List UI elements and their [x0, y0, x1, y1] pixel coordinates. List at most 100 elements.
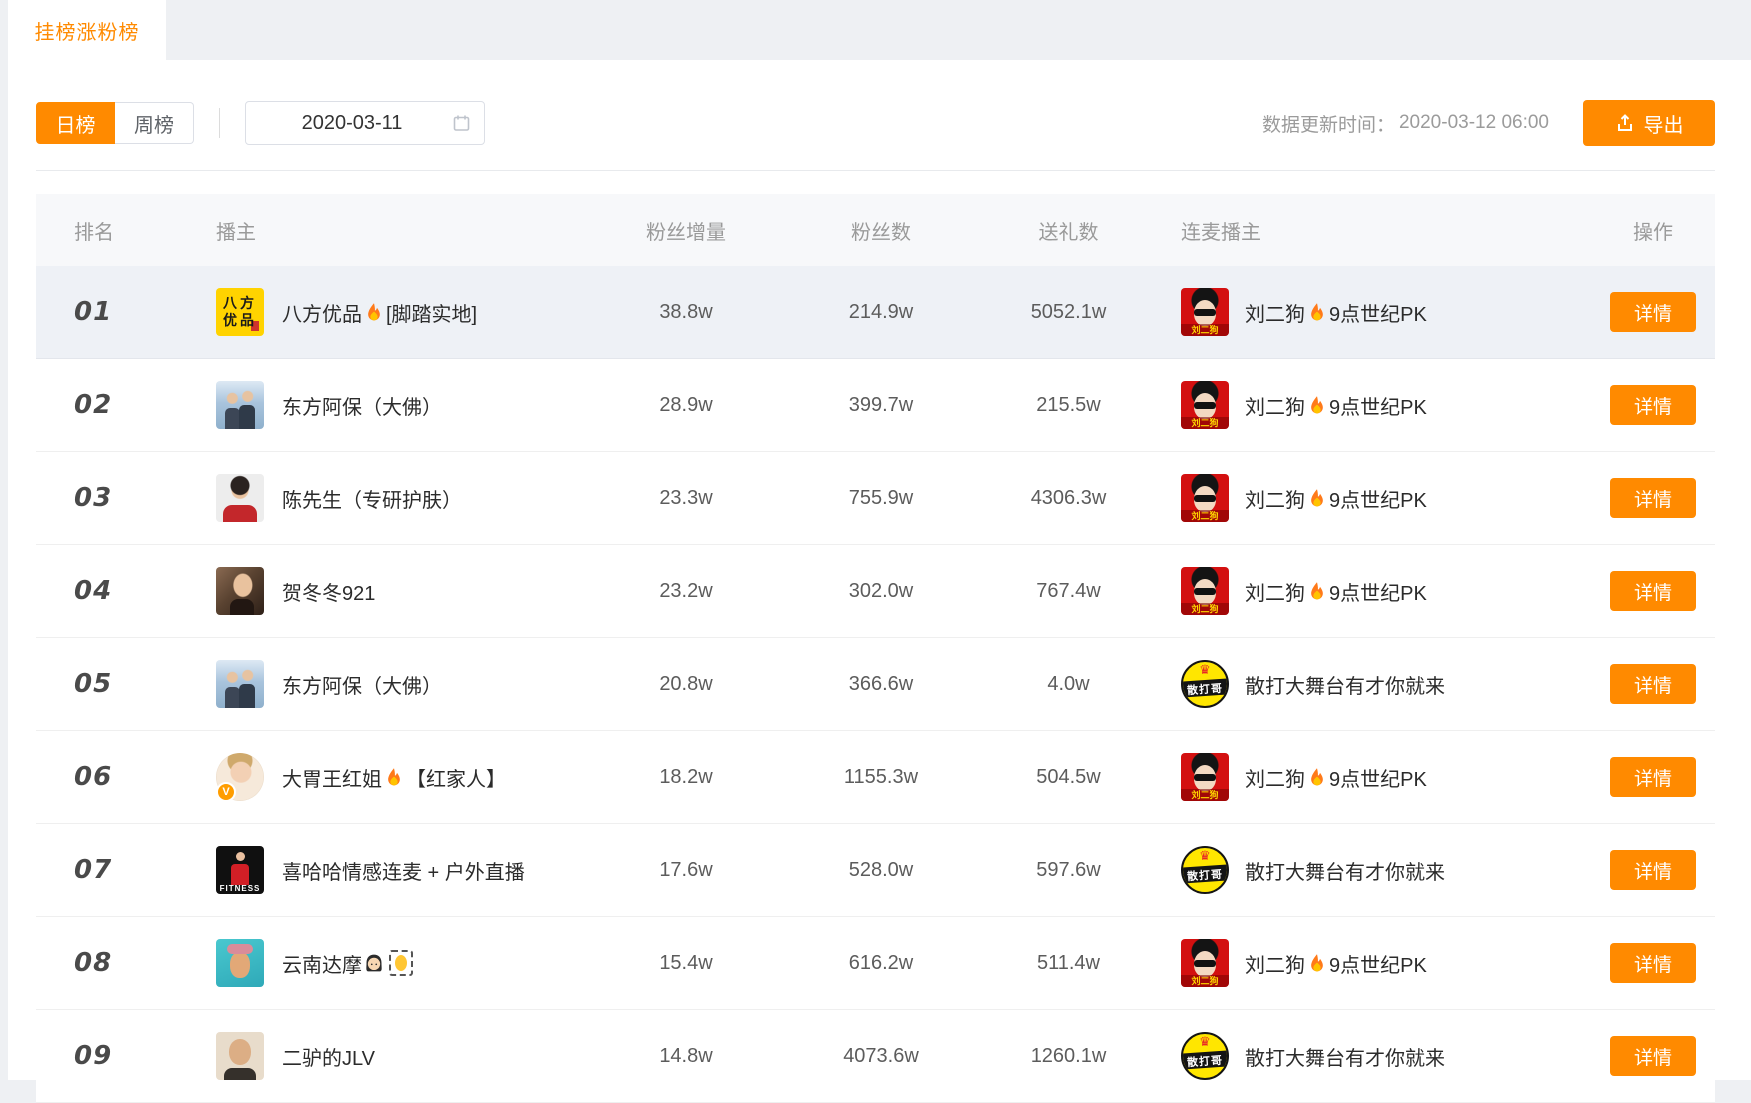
cohost-avatar-text: 散打哥 [1182, 1051, 1227, 1070]
cohost-cell: 刘二狗刘二狗9点世纪PK [1161, 939, 1591, 987]
cohost-avatar: 刘二狗 [1181, 381, 1229, 429]
tab-label: 挂榜涨粉榜 [35, 16, 140, 45]
fire-emoji [1307, 302, 1327, 322]
cohost-avatar-text: 刘二狗 [1181, 603, 1229, 615]
detail-button[interactable]: 详情 [1610, 478, 1696, 518]
broadcaster-avatar [216, 1032, 264, 1080]
daily-rank-button[interactable]: 日榜 [36, 102, 115, 144]
cohost-avatar-text: 刘二狗 [1181, 417, 1229, 429]
controls-bar: 日榜 周榜 2020-03-11 数据更新时间： 2020-03-12 06:0… [36, 100, 1715, 146]
rank-cell: 09 [36, 1041, 186, 1071]
rank-cell: 08 [36, 948, 186, 978]
gifts-value: 5052.1w [976, 301, 1161, 324]
broadcaster-name: 大胃王红姐【红家人】 [282, 763, 506, 792]
cohost-avatar-text: 刘二狗 [1181, 975, 1229, 987]
table-header: 排名 播主 粉丝增量 粉丝数 送礼数 连麦播主 操作 [36, 194, 1715, 266]
weekly-rank-button[interactable]: 周榜 [115, 102, 194, 144]
fire-emoji [1307, 581, 1327, 601]
broadcaster-avatar [216, 753, 264, 801]
update-time-label: 数据更新时间： [1262, 110, 1395, 137]
detail-button[interactable]: 详情 [1610, 943, 1696, 983]
action-cell: 详情 [1591, 478, 1715, 518]
detail-button[interactable]: 详情 [1610, 757, 1696, 797]
table-row: 08云南达摩15.4w616.2w511.4w刘二狗刘二狗9点世纪PK详情 [36, 917, 1715, 1010]
detail-button[interactable]: 详情 [1610, 571, 1696, 611]
rank-cell: 06 [36, 762, 186, 792]
date-picker[interactable]: 2020-03-11 [245, 101, 485, 145]
fans-total-value: 366.6w [786, 673, 976, 696]
tab-strip: 挂榜涨粉榜 [0, 0, 1751, 60]
gifts-value: 4306.3w [976, 487, 1161, 510]
fans-increase-value: 18.2w [586, 766, 786, 789]
export-label: 导出 [1644, 109, 1684, 138]
cohost-avatar: 刘二狗 [1181, 939, 1229, 987]
cohost-cell: 刘二狗刘二狗9点世纪PK [1161, 288, 1591, 336]
fans-increase-value: 14.8w [586, 1045, 786, 1068]
header-action: 操作 [1591, 216, 1715, 245]
rank-cell: 07 [36, 855, 186, 885]
cohost-name: 散打大舞台有才你就来 [1245, 670, 1445, 699]
cohost-avatar-text: 散打哥 [1182, 865, 1227, 884]
action-cell: 详情 [1591, 757, 1715, 797]
fans-increase-value: 23.2w [586, 580, 786, 603]
fire-emoji [1307, 395, 1327, 415]
fans-total-value: 399.7w [786, 394, 976, 417]
detail-button[interactable]: 详情 [1610, 850, 1696, 890]
cohost-name: 散打大舞台有才你就来 [1245, 856, 1445, 885]
rank-cell: 02 [36, 390, 186, 420]
detail-button[interactable]: 详情 [1610, 664, 1696, 704]
header-rank: 排名 [36, 216, 186, 245]
date-value: 2020-03-11 [302, 112, 403, 135]
daily-rank-label: 日榜 [56, 109, 96, 138]
export-button[interactable]: 导出 [1583, 100, 1715, 146]
cohost-name: 刘二狗9点世纪PK [1245, 484, 1427, 513]
header-fans-total: 粉丝数 [786, 216, 976, 245]
fire-emoji [364, 302, 384, 322]
fire-emoji [1307, 953, 1327, 973]
cohost-avatar: 刘二狗 [1181, 567, 1229, 615]
woman-emoji [364, 953, 384, 973]
broadcaster-cell: 陈先生（专研护肤） [186, 474, 586, 522]
table-body: 01八方优品八方优品[脚踏实地]38.8w214.9w5052.1w刘二狗刘二狗… [36, 266, 1715, 1103]
fans-total-value: 1155.3w [786, 766, 976, 789]
broadcaster-avatar [216, 660, 264, 708]
detail-button[interactable]: 详情 [1610, 385, 1696, 425]
fans-increase-value: 38.8w [586, 301, 786, 324]
detail-button[interactable]: 详情 [1610, 1036, 1696, 1076]
broadcaster-name: 陈先生（专研护肤） [282, 484, 462, 513]
broadcaster-name: 二驴的JLV [282, 1042, 375, 1071]
calendar-icon [453, 115, 470, 132]
broadcaster-avatar [216, 381, 264, 429]
header-fans-increase: 粉丝增量 [586, 216, 786, 245]
fire-emoji [384, 767, 404, 787]
broadcaster-cell: 东方阿保（大佛） [186, 660, 586, 708]
table-row: 06大胃王红姐【红家人】18.2w1155.3w504.5w刘二狗刘二狗9点世纪… [36, 731, 1715, 824]
cohost-name: 刘二狗9点世纪PK [1245, 763, 1427, 792]
cohost-name: 散打大舞台有才你就来 [1245, 1042, 1445, 1071]
cohost-cell: 刘二狗 刘二狗9点世纪PK [1161, 474, 1591, 522]
table-row: 04贺冬冬92123.2w302.0w767.4w刘二狗刘二狗9点世纪PK详情 [36, 545, 1715, 638]
action-cell: 详情 [1591, 943, 1715, 983]
broadcaster-avatar [216, 474, 264, 522]
detail-button[interactable]: 详情 [1610, 292, 1696, 332]
cohost-avatar: 刘二狗 [1181, 753, 1229, 801]
fans-total-value: 214.9w [786, 301, 976, 324]
broadcaster-name: 云南达摩 [282, 949, 413, 978]
header-cohost: 连麦播主 [1161, 216, 1591, 245]
tab-ranking-fans[interactable]: 挂榜涨粉榜 [8, 0, 166, 60]
fire-emoji [1307, 488, 1327, 508]
rank-cell: 04 [36, 576, 186, 606]
weekly-rank-label: 周榜 [134, 109, 174, 138]
header-broadcaster: 播主 [186, 216, 586, 245]
fire-emoji [1307, 767, 1327, 787]
cohost-avatar: 散打哥 [1181, 846, 1229, 894]
header-gifts: 送礼数 [976, 216, 1161, 245]
fans-increase-value: 28.9w [586, 394, 786, 417]
cohost-avatar-text: 刘二狗 [1181, 510, 1229, 522]
cohost-avatar: 散打哥 [1181, 1032, 1229, 1080]
cohost-name: 刘二狗9点世纪PK [1245, 298, 1427, 327]
action-cell: 详情 [1591, 571, 1715, 611]
fans-total-value: 4073.6w [786, 1045, 976, 1068]
cohost-cell: 散打哥散打大舞台有才你就来 [1161, 846, 1591, 894]
fans-increase-value: 17.6w [586, 859, 786, 882]
